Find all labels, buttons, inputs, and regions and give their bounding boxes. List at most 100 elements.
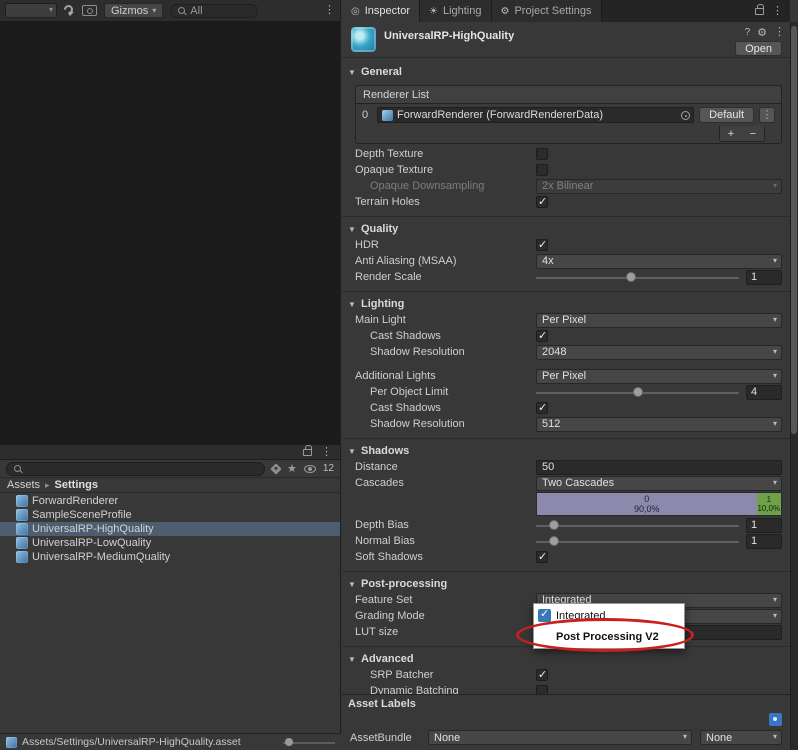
- row-terrain-holes: Terrain Holes: [342, 194, 790, 210]
- popup-item-integrated[interactable]: Integrated: [534, 605, 684, 626]
- section-shadows[interactable]: ▼ Shadows: [342, 443, 790, 459]
- popup-item-post-processing-v2[interactable]: Post Processing V2: [534, 626, 684, 647]
- list-item-selected[interactable]: UniversalRP-HighQuality: [0, 522, 340, 536]
- list-item[interactable]: SampleSceneProfile: [0, 508, 340, 522]
- cast-shadows-checkbox[interactable]: [536, 401, 548, 414]
- distance-field[interactable]: 50: [536, 459, 782, 475]
- tab-inspector[interactable]: ◎ Inspector: [342, 0, 420, 22]
- asset-labels-title[interactable]: Asset Labels: [348, 698, 416, 710]
- tab-project-settings[interactable]: ⚙ Project Settings: [491, 0, 602, 22]
- icon-size-slider[interactable]: [283, 737, 335, 747]
- field-label: Depth Bias: [355, 519, 409, 531]
- slider-handle[interactable]: [549, 520, 560, 530]
- field-label: LUT size: [355, 626, 399, 638]
- search-icon: [178, 7, 186, 14]
- project-search-row: ★ 12: [0, 460, 340, 478]
- breadcrumb-separator-icon: [45, 479, 50, 491]
- render-scale-slider[interactable]: [536, 269, 739, 285]
- asset-bundle-variant-dropdown[interactable]: None: [700, 730, 782, 745]
- field-value: 1: [751, 535, 758, 547]
- urp-asset-icon: [351, 27, 376, 52]
- scrollbar-thumb[interactable]: [791, 26, 797, 434]
- additional-lights-dropdown[interactable]: Per Pixel: [536, 368, 782, 384]
- visibility-eye-icon[interactable]: [303, 464, 316, 473]
- row-cast-shadows: Cast Shadows: [342, 328, 790, 344]
- tool-handle-dropdown[interactable]: [5, 3, 57, 18]
- list-item[interactable]: UniversalRP-MediumQuality: [0, 550, 340, 564]
- soft-shadows-checkbox[interactable]: [536, 550, 548, 563]
- project-search-input[interactable]: [6, 461, 265, 476]
- msaa-dropdown[interactable]: 4x: [536, 253, 782, 269]
- renderer-options-button[interactable]: ⋮: [759, 107, 775, 123]
- per-object-limit-field[interactable]: 4: [746, 384, 782, 400]
- depth-texture-checkbox[interactable]: [536, 148, 548, 160]
- lock-icon[interactable]: [755, 3, 764, 15]
- shadow-resolution-dropdown[interactable]: 512: [536, 416, 782, 432]
- main-light-dropdown[interactable]: Per Pixel: [536, 312, 782, 328]
- section-lighting[interactable]: ▼ Lighting: [342, 296, 790, 312]
- dropdown-value: None: [434, 731, 461, 744]
- normal-bias-slider[interactable]: [536, 533, 739, 549]
- section-quality[interactable]: ▼ Quality: [342, 221, 790, 237]
- gizmos-dropdown[interactable]: Gizmos ▾: [104, 3, 164, 18]
- scene-search-value: All: [190, 4, 203, 17]
- add-renderer-button[interactable]: +: [720, 126, 742, 141]
- per-object-limit-slider[interactable]: [536, 384, 739, 400]
- section-post-processing[interactable]: ▼ Post-processing: [342, 576, 790, 592]
- cascades-dropdown[interactable]: Two Cascades: [536, 475, 782, 491]
- renderer-list-row[interactable]: 0 ForwardRenderer (ForwardRendererData) …: [356, 104, 781, 126]
- tab-lighting[interactable]: ☀ Lighting: [419, 0, 492, 22]
- cascade-split-bar[interactable]: 0 90,0% 1 10,0%: [536, 492, 782, 516]
- srp-batcher-checkbox[interactable]: [536, 668, 548, 681]
- section-general[interactable]: ▼ General: [342, 64, 790, 80]
- preset-gear-icon[interactable]: ⚙: [757, 26, 767, 39]
- inspector-content: ▼ General Renderer List 0 ForwardRendere…: [342, 58, 790, 694]
- cast-shadows-checkbox[interactable]: [536, 329, 548, 342]
- renderer-list-header: Renderer List: [356, 86, 781, 104]
- kebab-menu-icon[interactable]: ⋮: [321, 446, 332, 458]
- slider-handle[interactable]: [626, 272, 637, 282]
- breadcrumb-assets[interactable]: Assets: [7, 479, 40, 491]
- section-advanced[interactable]: ▼ Advanced: [342, 651, 790, 667]
- row-opaque-texture: Opaque Texture: [342, 162, 790, 178]
- cascade-segment-1[interactable]: 1 10,0%: [756, 493, 781, 515]
- row-opaque-downsampling: Opaque Downsampling 2x Bilinear: [342, 178, 790, 194]
- renderer-object-field[interactable]: ForwardRenderer (ForwardRendererData): [377, 107, 695, 123]
- slider-handle[interactable]: [285, 738, 293, 746]
- list-item[interactable]: UniversalRP-LowQuality: [0, 536, 340, 550]
- label-filter-icon[interactable]: [270, 462, 282, 475]
- kebab-menu-icon[interactable]: ⋮: [772, 5, 783, 17]
- breadcrumb-settings[interactable]: Settings: [55, 479, 98, 491]
- favorites-star-icon[interactable]: ★: [287, 462, 297, 475]
- default-button[interactable]: Default: [699, 107, 754, 123]
- cascade-segment-0[interactable]: 0 90,0%: [537, 493, 757, 515]
- render-scale-field[interactable]: 1: [746, 269, 782, 285]
- open-button[interactable]: Open: [735, 41, 782, 56]
- remove-renderer-button[interactable]: −: [742, 126, 764, 141]
- scene-search-input[interactable]: All: [170, 3, 259, 18]
- object-picker-icon[interactable]: [681, 111, 691, 120]
- scene-view[interactable]: [0, 22, 340, 445]
- opaque-texture-checkbox[interactable]: [536, 164, 548, 176]
- asset-bundle-dropdown[interactable]: None: [428, 730, 692, 745]
- hdr-checkbox[interactable]: [536, 238, 548, 251]
- camera-icon[interactable]: [82, 5, 97, 16]
- help-icon[interactable]: ?: [745, 27, 751, 38]
- asset-bundle-row: AssetBundle None None: [342, 730, 790, 745]
- list-item[interactable]: ForwardRenderer: [0, 494, 340, 508]
- shadow-resolution-dropdown[interactable]: 2048: [536, 344, 782, 360]
- depth-bias-slider[interactable]: [536, 517, 739, 533]
- terrain-holes-checkbox[interactable]: [536, 195, 548, 208]
- depth-bias-field[interactable]: 1: [746, 517, 782, 533]
- slider-handle[interactable]: [632, 387, 643, 397]
- kebab-menu-icon[interactable]: ⋮: [324, 5, 335, 16]
- default-button-label: Default: [709, 109, 744, 121]
- label-tag-icon[interactable]: [769, 713, 782, 726]
- wrench-icon[interactable]: [64, 5, 75, 16]
- kebab-menu-icon[interactable]: ⋮: [774, 27, 785, 38]
- normal-bias-field[interactable]: 1: [746, 533, 782, 549]
- lock-icon[interactable]: [303, 444, 312, 456]
- inspector-scrollbar[interactable]: [790, 22, 798, 750]
- slider-handle[interactable]: [549, 536, 560, 546]
- dynamic-batching-checkbox[interactable]: [536, 685, 548, 694]
